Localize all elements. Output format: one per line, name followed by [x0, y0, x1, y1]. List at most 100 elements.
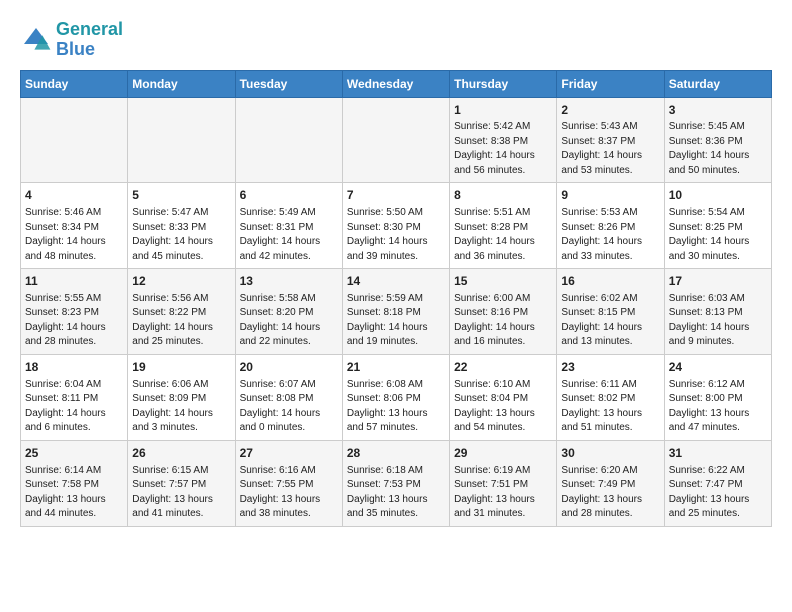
cell-content: Sunrise: 5:43 AM Sunset: 8:37 PM Dayligh… [561, 120, 659, 178]
cell-content: Sunrise: 5:51 AM Sunset: 8:28 PM Dayligh… [454, 206, 552, 264]
day-number: 27 [240, 445, 338, 462]
calendar-cell: 21 Sunrise: 6:08 AM Sunset: 8:06 PM Dayli… [342, 354, 449, 440]
week-row-2: 4 Sunrise: 5:46 AM Sunset: 8:34 PM Daylig… [21, 183, 772, 269]
calendar-cell: 14Sunrise: 5:59 AM Sunset: 8:18 PM Dayli… [342, 269, 449, 355]
cell-content: Sunrise: 6:19 AM Sunset: 7:51 PM Dayligh… [454, 464, 552, 522]
calendar-cell: 5 Sunrise: 5:47 AM Sunset: 8:33 PM Daylig… [128, 183, 235, 269]
calendar-cell: 9Sunrise: 5:53 AM Sunset: 8:26 PM Daylig… [557, 183, 664, 269]
calendar-cell: 13 Sunrise: 5:58 AM Sunset: 8:20 PM Dayli… [235, 269, 342, 355]
calendar-cell: 7Sunrise: 5:50 AM Sunset: 8:30 PM Daylig… [342, 183, 449, 269]
day-number: 1 [454, 102, 552, 119]
calendar-cell: 30 Sunrise: 6:20 AM Sunset: 7:49 PM Dayli… [557, 440, 664, 526]
calendar-cell: 10 Sunrise: 5:54 AM Sunset: 8:25 PM Dayli… [664, 183, 771, 269]
weekday-header-tuesday: Tuesday [235, 70, 342, 97]
calendar-cell: 17Sunrise: 6:03 AM Sunset: 8:13 PM Dayli… [664, 269, 771, 355]
calendar-table: SundayMondayTuesdayWednesdayThursdayFrid… [20, 70, 772, 527]
day-number: 29 [454, 445, 552, 462]
day-number: 16 [561, 273, 659, 290]
day-number: 31 [669, 445, 767, 462]
cell-content: Sunrise: 6:02 AM Sunset: 8:15 PM Dayligh… [561, 292, 659, 350]
cell-content: Sunrise: 6:04 AM Sunset: 8:11 PM Dayligh… [25, 378, 123, 436]
day-number: 10 [669, 187, 767, 204]
cell-content: Sunrise: 6:07 AM Sunset: 8:08 PM Dayligh… [240, 378, 338, 436]
day-number: 5 [132, 187, 230, 204]
day-number: 6 [240, 187, 338, 204]
weekday-header-thursday: Thursday [450, 70, 557, 97]
week-row-1: 1Sunrise: 5:42 AM Sunset: 8:38 PM Daylig… [21, 97, 772, 183]
cell-content: Sunrise: 5:58 AM Sunset: 8:20 PM Dayligh… [240, 292, 338, 350]
cell-content: Sunrise: 5:42 AM Sunset: 8:38 PM Dayligh… [454, 120, 552, 178]
cell-content: Sunrise: 6:14 AM Sunset: 7:58 PM Dayligh… [25, 464, 123, 522]
cell-content: Sunrise: 6:11 AM Sunset: 8:02 PM Dayligh… [561, 378, 659, 436]
calendar-cell: 6 Sunrise: 5:49 AM Sunset: 8:31 PM Daylig… [235, 183, 342, 269]
day-number: 24 [669, 359, 767, 376]
calendar-cell: 19Sunrise: 6:06 AM Sunset: 8:09 PM Dayli… [128, 354, 235, 440]
day-number: 20 [240, 359, 338, 376]
calendar-cell [342, 97, 449, 183]
calendar-cell: 25 Sunrise: 6:14 AM Sunset: 7:58 PM Dayli… [21, 440, 128, 526]
cell-content: Sunrise: 6:20 AM Sunset: 7:49 PM Dayligh… [561, 464, 659, 522]
calendar-header: SundayMondayTuesdayWednesdayThursdayFrid… [21, 70, 772, 97]
calendar-cell: 29 Sunrise: 6:19 AM Sunset: 7:51 PM Dayli… [450, 440, 557, 526]
calendar-cell: 1Sunrise: 5:42 AM Sunset: 8:38 PM Daylig… [450, 97, 557, 183]
cell-content: Sunrise: 5:54 AM Sunset: 8:25 PM Dayligh… [669, 206, 767, 264]
calendar-cell: 4 Sunrise: 5:46 AM Sunset: 8:34 PM Daylig… [21, 183, 128, 269]
day-number: 11 [25, 273, 123, 290]
calendar-cell: 11 Sunrise: 5:55 AM Sunset: 8:23 PM Dayli… [21, 269, 128, 355]
week-row-3: 11 Sunrise: 5:55 AM Sunset: 8:23 PM Dayli… [21, 269, 772, 355]
weekday-header-friday: Friday [557, 70, 664, 97]
day-number: 25 [25, 445, 123, 462]
cell-content: Sunrise: 6:08 AM Sunset: 8:06 PM Dayligh… [347, 378, 445, 436]
calendar-cell: 18Sunrise: 6:04 AM Sunset: 8:11 PM Dayli… [21, 354, 128, 440]
cell-content: Sunrise: 6:18 AM Sunset: 7:53 PM Dayligh… [347, 464, 445, 522]
weekday-header-monday: Monday [128, 70, 235, 97]
cell-content: Sunrise: 6:22 AM Sunset: 7:47 PM Dayligh… [669, 464, 767, 522]
calendar-cell [128, 97, 235, 183]
cell-content: Sunrise: 5:46 AM Sunset: 8:34 PM Dayligh… [25, 206, 123, 264]
week-row-4: 18Sunrise: 6:04 AM Sunset: 8:11 PM Dayli… [21, 354, 772, 440]
day-number: 13 [240, 273, 338, 290]
weekday-header-sunday: Sunday [21, 70, 128, 97]
day-number: 30 [561, 445, 659, 462]
weekday-header-saturday: Saturday [664, 70, 771, 97]
cell-content: Sunrise: 6:00 AM Sunset: 8:16 PM Dayligh… [454, 292, 552, 350]
cell-content: Sunrise: 6:15 AM Sunset: 7:57 PM Dayligh… [132, 464, 230, 522]
day-number: 21 [347, 359, 445, 376]
calendar-cell: 22Sunrise: 6:10 AM Sunset: 8:04 PM Dayli… [450, 354, 557, 440]
logo-text: General Blue [56, 20, 123, 60]
day-number: 9 [561, 187, 659, 204]
cell-content: Sunrise: 5:47 AM Sunset: 8:33 PM Dayligh… [132, 206, 230, 264]
calendar-cell: 27 Sunrise: 6:16 AM Sunset: 7:55 PM Dayli… [235, 440, 342, 526]
logo: General Blue [20, 20, 123, 60]
calendar-cell: 31 Sunrise: 6:22 AM Sunset: 7:47 PM Dayli… [664, 440, 771, 526]
day-number: 12 [132, 273, 230, 290]
calendar-cell: 16 Sunrise: 6:02 AM Sunset: 8:15 PM Dayli… [557, 269, 664, 355]
calendar-body: 1Sunrise: 5:42 AM Sunset: 8:38 PM Daylig… [21, 97, 772, 526]
day-number: 22 [454, 359, 552, 376]
cell-content: Sunrise: 6:03 AM Sunset: 8:13 PM Dayligh… [669, 292, 767, 350]
cell-content: Sunrise: 6:16 AM Sunset: 7:55 PM Dayligh… [240, 464, 338, 522]
cell-content: Sunrise: 5:55 AM Sunset: 8:23 PM Dayligh… [25, 292, 123, 350]
cell-content: Sunrise: 5:50 AM Sunset: 8:30 PM Dayligh… [347, 206, 445, 264]
cell-content: Sunrise: 5:49 AM Sunset: 8:31 PM Dayligh… [240, 206, 338, 264]
page-header: General Blue [20, 20, 772, 60]
cell-content: Sunrise: 5:59 AM Sunset: 8:18 PM Dayligh… [347, 292, 445, 350]
weekday-header-wednesday: Wednesday [342, 70, 449, 97]
calendar-cell: 8 Sunrise: 5:51 AM Sunset: 8:28 PM Daylig… [450, 183, 557, 269]
calendar-cell: 3Sunrise: 5:45 AM Sunset: 8:36 PM Daylig… [664, 97, 771, 183]
calendar-cell [21, 97, 128, 183]
logo-icon [20, 24, 52, 56]
cell-content: Sunrise: 6:12 AM Sunset: 8:00 PM Dayligh… [669, 378, 767, 436]
day-number: 23 [561, 359, 659, 376]
day-number: 3 [669, 102, 767, 119]
calendar-cell: 23 Sunrise: 6:11 AM Sunset: 8:02 PM Dayli… [557, 354, 664, 440]
day-number: 2 [561, 102, 659, 119]
day-number: 8 [454, 187, 552, 204]
calendar-cell: 28Sunrise: 6:18 AM Sunset: 7:53 PM Dayli… [342, 440, 449, 526]
day-number: 4 [25, 187, 123, 204]
cell-content: Sunrise: 6:06 AM Sunset: 8:09 PM Dayligh… [132, 378, 230, 436]
calendar-cell: 20 Sunrise: 6:07 AM Sunset: 8:08 PM Dayli… [235, 354, 342, 440]
cell-content: Sunrise: 5:56 AM Sunset: 8:22 PM Dayligh… [132, 292, 230, 350]
calendar-cell [235, 97, 342, 183]
calendar-cell: 15Sunrise: 6:00 AM Sunset: 8:16 PM Dayli… [450, 269, 557, 355]
